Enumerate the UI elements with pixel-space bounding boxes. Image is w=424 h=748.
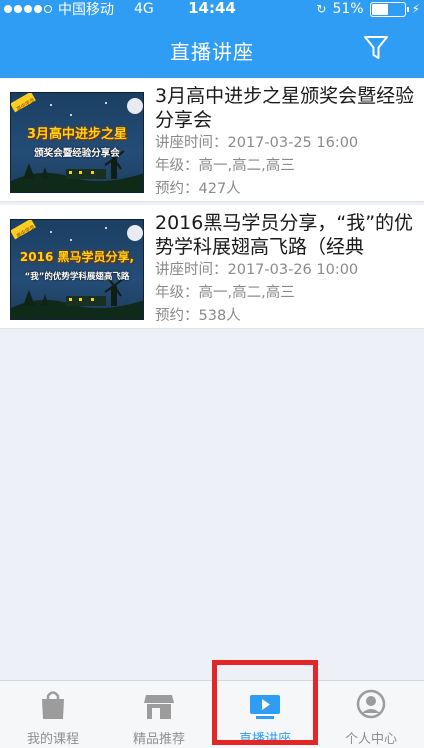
battery-icon — [369, 1, 409, 17]
store-icon — [144, 695, 174, 719]
lecture-title: 2016黑马学员分享，“我”的优势学科展翅高飞路（经典 — [155, 212, 414, 258]
nav-bar: 直播讲座 — [0, 18, 424, 78]
thumbnail-subline: “我”的优势学科展翅高飞路 — [24, 272, 130, 282]
status-bar: 中国移动 4G 14:44 ↻ 51% ⚡ — [0, 0, 424, 18]
lecture-grade: 年级：高一,高二,高三 — [155, 158, 295, 174]
orientation-lock-icon: ↻ — [316, 2, 327, 16]
tab-my-courses[interactable]: 我的课程 — [0, 681, 106, 748]
thumbnail-headline: 3月高中进步之星 — [26, 127, 128, 142]
thumbnail-headline: 2016 黑马学员分享, — [19, 250, 135, 264]
battery-percent: 51% — [332, 1, 364, 17]
tab-profile[interactable]: 个人中心 — [318, 681, 424, 748]
highlight-annotation-box — [212, 660, 318, 745]
lecture-time: 讲座时间：2017-03-25 16:00 — [155, 135, 359, 151]
page-title: 直播讲座 — [170, 40, 254, 64]
bag-icon — [42, 691, 64, 719]
lecture-thumbnail: 高中学员 2016 黑马学员分享, “我”的优势学科展翅高飞路 — [10, 219, 144, 320]
person-icon — [356, 689, 386, 719]
filter-icon[interactable] — [364, 36, 388, 60]
lecture-grade: 年级：高一,高二,高三 — [155, 285, 295, 301]
lecture-card[interactable]: 高中学员 3月高中进步之星 颁奖会暨经验分享会 3月高中进步之星颁奖会暨经验分享… — [0, 78, 424, 202]
lecture-thumbnail: 高中学员 3月高中进步之星 颁奖会暨经验分享会 — [10, 92, 144, 193]
lecture-list: 高中学员 3月高中进步之星 颁奖会暨经验分享会 3月高中进步之星颁奖会暨经验分享… — [0, 78, 424, 329]
lecture-card[interactable]: 高中学员 2016 黑马学员分享, “我”的优势学科展翅高飞路 2016黑马学员… — [0, 205, 424, 329]
lecture-title: 3月高中进步之星颁奖会暨经验分享会 — [155, 85, 415, 131]
thumbnail-subline: 颁奖会暨经验分享会 — [34, 148, 120, 159]
charging-icon: ⚡ — [411, 2, 420, 16]
tab-recommended[interactable]: 精品推荐 — [106, 681, 212, 748]
tab-label: 精品推荐 — [132, 732, 185, 747]
lecture-booked: 预约：427人 — [155, 181, 241, 197]
lecture-booked: 预约：538人 — [155, 308, 241, 324]
tab-label: 我的课程 — [26, 732, 79, 747]
tab-label: 个人中心 — [344, 732, 397, 747]
lecture-time: 讲座时间：2017-03-26 10:00 — [155, 262, 359, 278]
